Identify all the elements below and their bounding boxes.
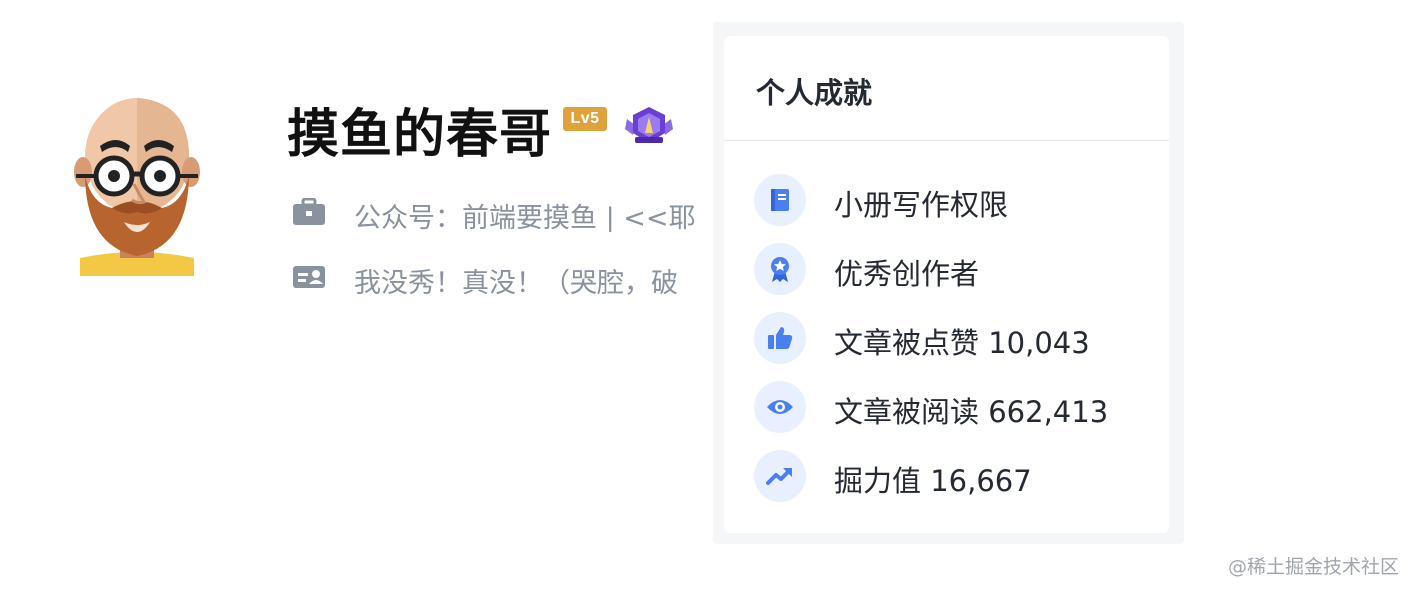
achievement-item-power[interactable]: 掘力值 16,667 bbox=[754, 450, 1154, 502]
achievement-label: 文章被阅读 662,413 bbox=[834, 395, 1109, 429]
id-card-icon bbox=[292, 263, 326, 291]
award-icon bbox=[754, 243, 806, 295]
achievement-label: 小册写作权限 bbox=[834, 188, 1009, 222]
description-row: 我没秀！真没！（哭腔，破 bbox=[290, 257, 710, 297]
eye-icon bbox=[754, 381, 806, 433]
avatar[interactable] bbox=[72, 96, 202, 276]
thumbs-up-icon bbox=[754, 312, 806, 364]
watermark: @稀土掘金技术社区 bbox=[1227, 556, 1399, 578]
medal-icon[interactable] bbox=[623, 105, 675, 147]
achievement-label: 文章被点赞 10,043 bbox=[834, 326, 1090, 360]
achievement-item-booklet[interactable]: 小册写作权限 bbox=[754, 174, 1154, 226]
avatar-illustration bbox=[74, 98, 200, 276]
description-text: 我没秀！真没！（哭腔，破 bbox=[354, 268, 678, 297]
panel-divider bbox=[724, 140, 1169, 141]
achievement-item-reads[interactable]: 文章被阅读 662,413 bbox=[754, 381, 1154, 433]
book-icon bbox=[754, 174, 806, 226]
achievement-item-creator[interactable]: 优秀创作者 bbox=[754, 243, 1154, 295]
username: 摸鱼的春哥 bbox=[287, 105, 553, 165]
achievement-label: 优秀创作者 bbox=[834, 257, 980, 291]
briefcase-icon bbox=[292, 197, 326, 226]
company-text: 公众号：前端要摸鱼 | <<耶 bbox=[354, 203, 696, 232]
company-row: 公众号：前端要摸鱼 | <<耶 bbox=[290, 192, 710, 232]
trend-icon bbox=[754, 450, 806, 502]
achievement-label: 掘力值 16,667 bbox=[834, 464, 1032, 498]
level-badge[interactable]: Lv5 bbox=[563, 107, 607, 131]
achievement-item-likes[interactable]: 文章被点赞 10,043 bbox=[754, 312, 1154, 364]
achievement-panel: 个人成就 小册写作权限 优秀创作者 文章被点赞 10,043 文章被阅读 662… bbox=[724, 36, 1169, 533]
panel-title: 个人成就 bbox=[756, 76, 873, 110]
